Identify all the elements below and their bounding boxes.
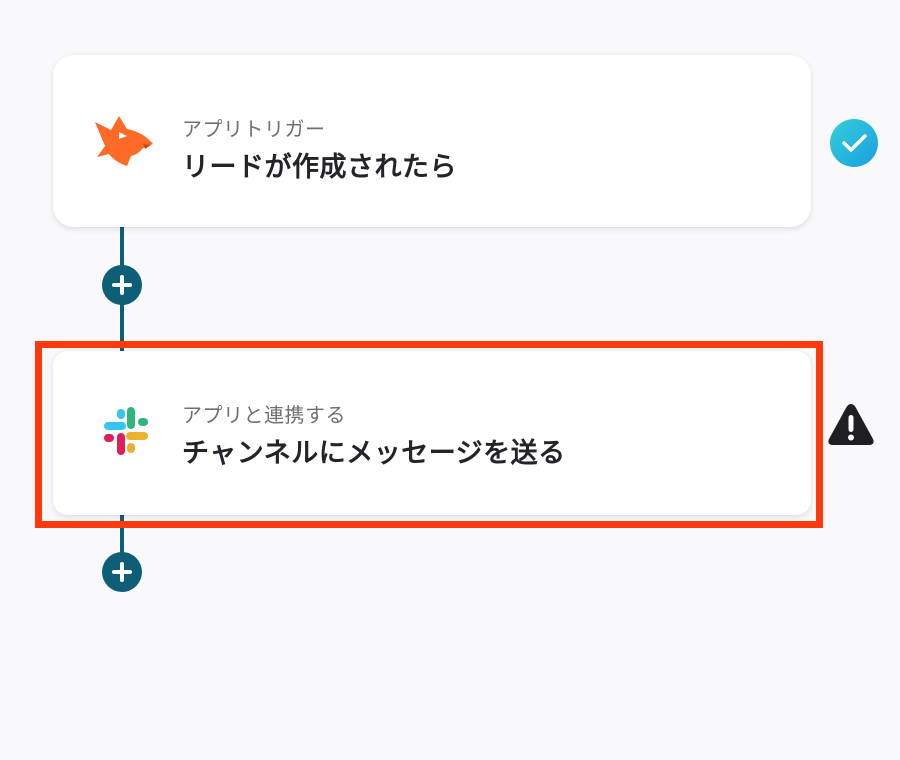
flow-step-trigger-card[interactable]: アプリトリガー リードが作成されたら bbox=[53, 55, 811, 227]
step-type-label: アプリトリガー bbox=[182, 117, 326, 141]
flow-canvas: アプリトリガー リードが作成されたら アプリと連携する チャンネルにメッセージを… bbox=[0, 0, 900, 760]
step-title: チャンネルにメッセージを送る bbox=[182, 438, 566, 469]
flow-step-action-card[interactable]: アプリと連携する チャンネルにメッセージを送る bbox=[53, 351, 811, 515]
warning-icon bbox=[826, 399, 876, 449]
slack-icon bbox=[93, 398, 159, 464]
add-step-button[interactable] bbox=[102, 552, 142, 592]
step-type-label: アプリと連携する bbox=[182, 403, 346, 427]
flow-connector bbox=[120, 515, 124, 555]
check-icon bbox=[829, 118, 879, 168]
plus-icon bbox=[112, 275, 132, 295]
add-step-button[interactable] bbox=[102, 265, 142, 305]
step-title: リードが作成されたら bbox=[182, 152, 457, 183]
plus-icon bbox=[112, 562, 132, 582]
fox-app-icon bbox=[93, 110, 159, 176]
